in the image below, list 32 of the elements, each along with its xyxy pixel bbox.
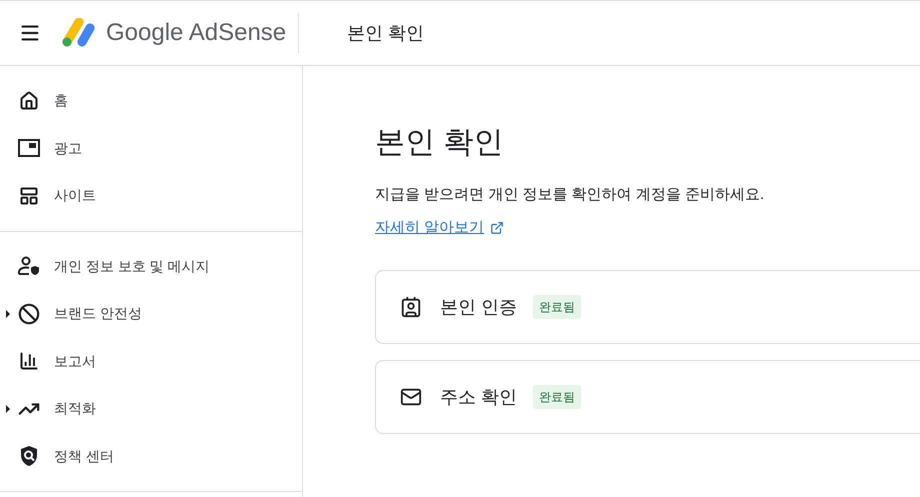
id-badge-icon [400,296,422,318]
bar-chart-icon [19,351,39,372]
nav-item[interactable]: 개인 정보 보호 및 메시지 [0,242,302,290]
step-title: 주소 확인 [440,386,518,408]
description-text: 지급을 받으려면 개인 정보를 확인하여 계정을 준비하세요. [375,185,766,205]
nav-item[interactable]: 보고서 [0,338,302,385]
home-icon [19,90,39,111]
external-link-icon [490,221,504,236]
ad-frame-icon [18,139,40,158]
nav-item[interactable]: 최적화 [0,385,302,432]
page-heading: 본인 확인 [375,125,504,161]
nav-item[interactable]: 광고 [0,124,302,172]
nav-item[interactable]: 사이트 [0,172,302,220]
page-title: 본인 확인 [347,22,424,44]
expand-arrow-icon[interactable] [6,310,10,318]
status-badge: 완료됨 [533,385,582,409]
logo-text: Google AdSense [106,18,286,48]
mail-icon [400,386,422,408]
nav-item[interactable]: 정책 센터 [0,432,302,480]
verification-card[interactable]: 주소 확인 완료됨 [375,360,920,434]
nav-item[interactable]: 브랜드 안전성 [0,290,302,338]
status-badge: 완료됨 [533,295,582,319]
verification-card[interactable]: 본인 인증 완료됨 [375,270,920,344]
expand-arrow-icon[interactable] [6,404,10,413]
nav-item[interactable]: 홈 [0,77,302,124]
learn-more-link[interactable]: 자세히 알아보기 [375,217,504,240]
block-icon [18,302,40,325]
step-title: 본인 인증 [440,296,518,318]
layout-icon [19,186,39,206]
person-shield-icon [18,256,40,276]
adsense-logo-icon [62,18,96,48]
shield-search-icon [19,445,39,468]
